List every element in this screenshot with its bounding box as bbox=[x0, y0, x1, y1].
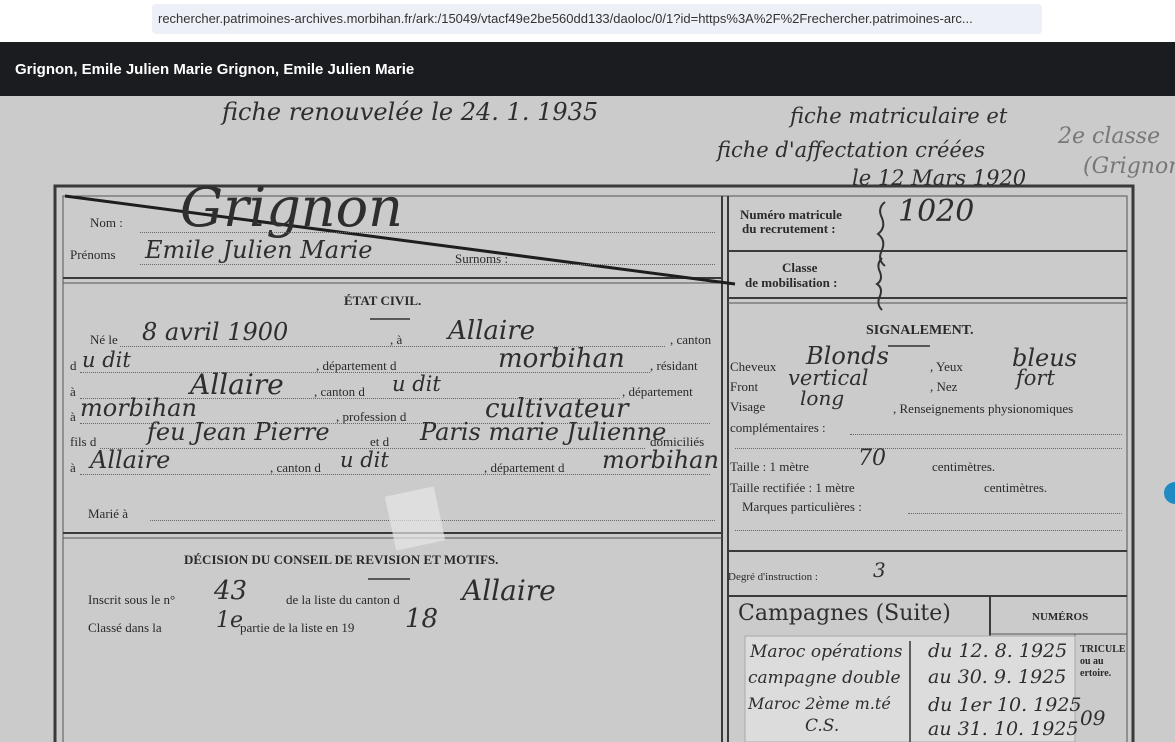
lieu-naissance-value: Allaire bbox=[448, 316, 536, 346]
visage-label: Visage bbox=[730, 399, 766, 414]
a2-label: à bbox=[70, 384, 76, 399]
campagne-date-1: du 12. 8. 1925 bbox=[928, 640, 1068, 662]
classe-dans-label: Classé dans la bbox=[88, 620, 162, 635]
nez-value: fort bbox=[1016, 366, 1055, 390]
record-title: Grignon, Emile Julien Marie Grignon, Emi… bbox=[15, 61, 415, 78]
document-viewer[interactable]: fiche renouvelée le 24. 1. 1935 fiche ma… bbox=[0, 96, 1175, 742]
taille-value: 70 bbox=[858, 446, 886, 471]
scanned-document: fiche renouvelée le 24. 1. 1935 fiche ma… bbox=[0, 96, 1175, 742]
a4-label: à bbox=[70, 460, 76, 475]
campagne-date-3: du 1er 10. 1925 bbox=[928, 694, 1082, 716]
top-right-note-line2: fiche d'affectation créées bbox=[717, 138, 986, 162]
mere-value: Paris marie Julienne bbox=[420, 418, 667, 446]
complementaires-label: complémentaires : bbox=[730, 420, 826, 435]
top-right-note-line3: le 12 Mars 1920 bbox=[852, 166, 1027, 190]
departement-value: morbihan bbox=[498, 344, 625, 374]
marie-label: Marié à bbox=[88, 506, 129, 521]
annee-value: 18 bbox=[405, 604, 439, 634]
matricule-value: 1020 bbox=[898, 194, 975, 229]
campagne-desc-3: Maroc 2ème m.té bbox=[748, 694, 891, 713]
departement3-value: morbihan bbox=[602, 446, 719, 474]
ne-le-label: Né le bbox=[90, 332, 118, 347]
marques-label: Marques particulières : bbox=[742, 499, 862, 514]
liste-value: Allaire bbox=[462, 574, 556, 607]
corner-note-line1: 2e classe bbox=[1058, 124, 1161, 149]
top-right-note-line1: fiche matriculaire et bbox=[790, 104, 1008, 128]
d-label: d bbox=[70, 358, 77, 373]
liste-label: de la liste du canton d bbox=[286, 592, 400, 607]
canton2-value: u dit bbox=[392, 372, 441, 396]
canton-value: u dit bbox=[82, 348, 131, 372]
marques-dotted-line-2 bbox=[735, 530, 1122, 531]
viewer-title-bar: Grignon, Emile Julien Marie Grignon, Emi… bbox=[0, 42, 1175, 96]
nom-dotted-line bbox=[140, 232, 715, 233]
centimetres-label: centimètres. bbox=[932, 459, 996, 474]
numeros-sub-1: TRICULE bbox=[1080, 644, 1126, 655]
degre-label: Degré d'instruction : bbox=[728, 571, 818, 583]
numeros-sub-3: ertoire. bbox=[1080, 668, 1112, 679]
resident-label: , résidant bbox=[650, 358, 698, 373]
departement-dotted-line bbox=[80, 372, 650, 373]
etat-civil-heading: ÉTAT CIVIL. bbox=[344, 293, 422, 308]
side-number: 09 bbox=[1080, 706, 1106, 730]
url-field[interactable]: rechercher.patrimoines-archives.morbihan… bbox=[152, 4, 1042, 34]
decision-heading: DÉCISION DU CONSEIL DE REVISION ET MOTIF… bbox=[184, 552, 499, 567]
front-label: Front bbox=[730, 379, 759, 394]
campagne-date-2: au 30. 9. 1925 bbox=[928, 666, 1067, 688]
prenoms-label: Prénoms bbox=[70, 247, 116, 262]
classe-dans-value: 1e bbox=[216, 608, 244, 633]
ne-le-value: 8 avril 1900 bbox=[142, 318, 289, 346]
partie-label: partie de la liste en 19 bbox=[240, 620, 355, 635]
url-text: rechercher.patrimoines-archives.morbihan… bbox=[158, 11, 973, 26]
a3-label: à bbox=[70, 409, 76, 424]
numeros-sub-2: ou au bbox=[1080, 656, 1104, 667]
classe-label-1: Classe bbox=[782, 260, 818, 275]
nom-value: Grignon bbox=[180, 176, 403, 239]
signalement-heading: SIGNALEMENT. bbox=[866, 323, 974, 338]
nez-label: , Nez bbox=[930, 379, 958, 394]
residence-value: Allaire bbox=[190, 368, 284, 401]
taille-label: Taille : 1 mètre bbox=[730, 459, 809, 474]
renseignements-label: , Renseignements physionomiques bbox=[893, 401, 1074, 416]
complementaires-dotted-line-2 bbox=[735, 448, 1122, 449]
visage-value: long bbox=[800, 386, 845, 410]
canton-label: , canton bbox=[670, 332, 712, 347]
renewal-note: fiche renouvelée le 24. 1. 1935 bbox=[222, 98, 599, 126]
inscrit-label: Inscrit sous le n° bbox=[88, 592, 176, 607]
yeux-label: , Yeux bbox=[930, 359, 963, 374]
departement2-label: , département bbox=[622, 384, 693, 399]
prenoms-dotted-line bbox=[140, 264, 715, 265]
campagne-desc-1: Maroc opérations bbox=[750, 642, 903, 662]
browser-address-bar: rechercher.patrimoines-archives.morbihan… bbox=[0, 0, 1175, 42]
complementaires-dotted-line bbox=[850, 434, 1122, 435]
pere-value: feu Jean Pierre bbox=[147, 418, 330, 446]
matricule-label-2: du recrutement : bbox=[742, 221, 836, 236]
corner-note-line2: (Grignon) bbox=[1083, 154, 1175, 179]
campagne-date-4: au 31. 10. 1925 bbox=[928, 718, 1079, 740]
domicile-value: Allaire bbox=[90, 446, 171, 474]
taille-rectifiee-label: Taille rectifiée : 1 mètre bbox=[730, 480, 855, 495]
cheveux-label: Cheveux bbox=[730, 359, 777, 374]
numeros-heading: NUMÉROS bbox=[1032, 611, 1089, 623]
degre-value: 3 bbox=[873, 558, 886, 582]
campagne-desc-4: C.S. bbox=[805, 716, 840, 736]
nom-label: Nom : bbox=[90, 215, 123, 230]
canton3-value: u dit bbox=[340, 448, 389, 472]
domicile-dotted-line bbox=[80, 474, 710, 475]
campagnes-heading: Campagnes (Suite) bbox=[738, 601, 951, 626]
classe-label-2: de mobilisation : bbox=[745, 275, 838, 290]
inscrit-value: 43 bbox=[214, 576, 248, 606]
marques-dotted-line bbox=[908, 513, 1122, 514]
prenoms-value: Emile Julien Marie bbox=[145, 236, 373, 264]
campagne-desc-2: campagne double bbox=[748, 668, 901, 688]
centimetres2-label: centimètres. bbox=[984, 480, 1048, 495]
